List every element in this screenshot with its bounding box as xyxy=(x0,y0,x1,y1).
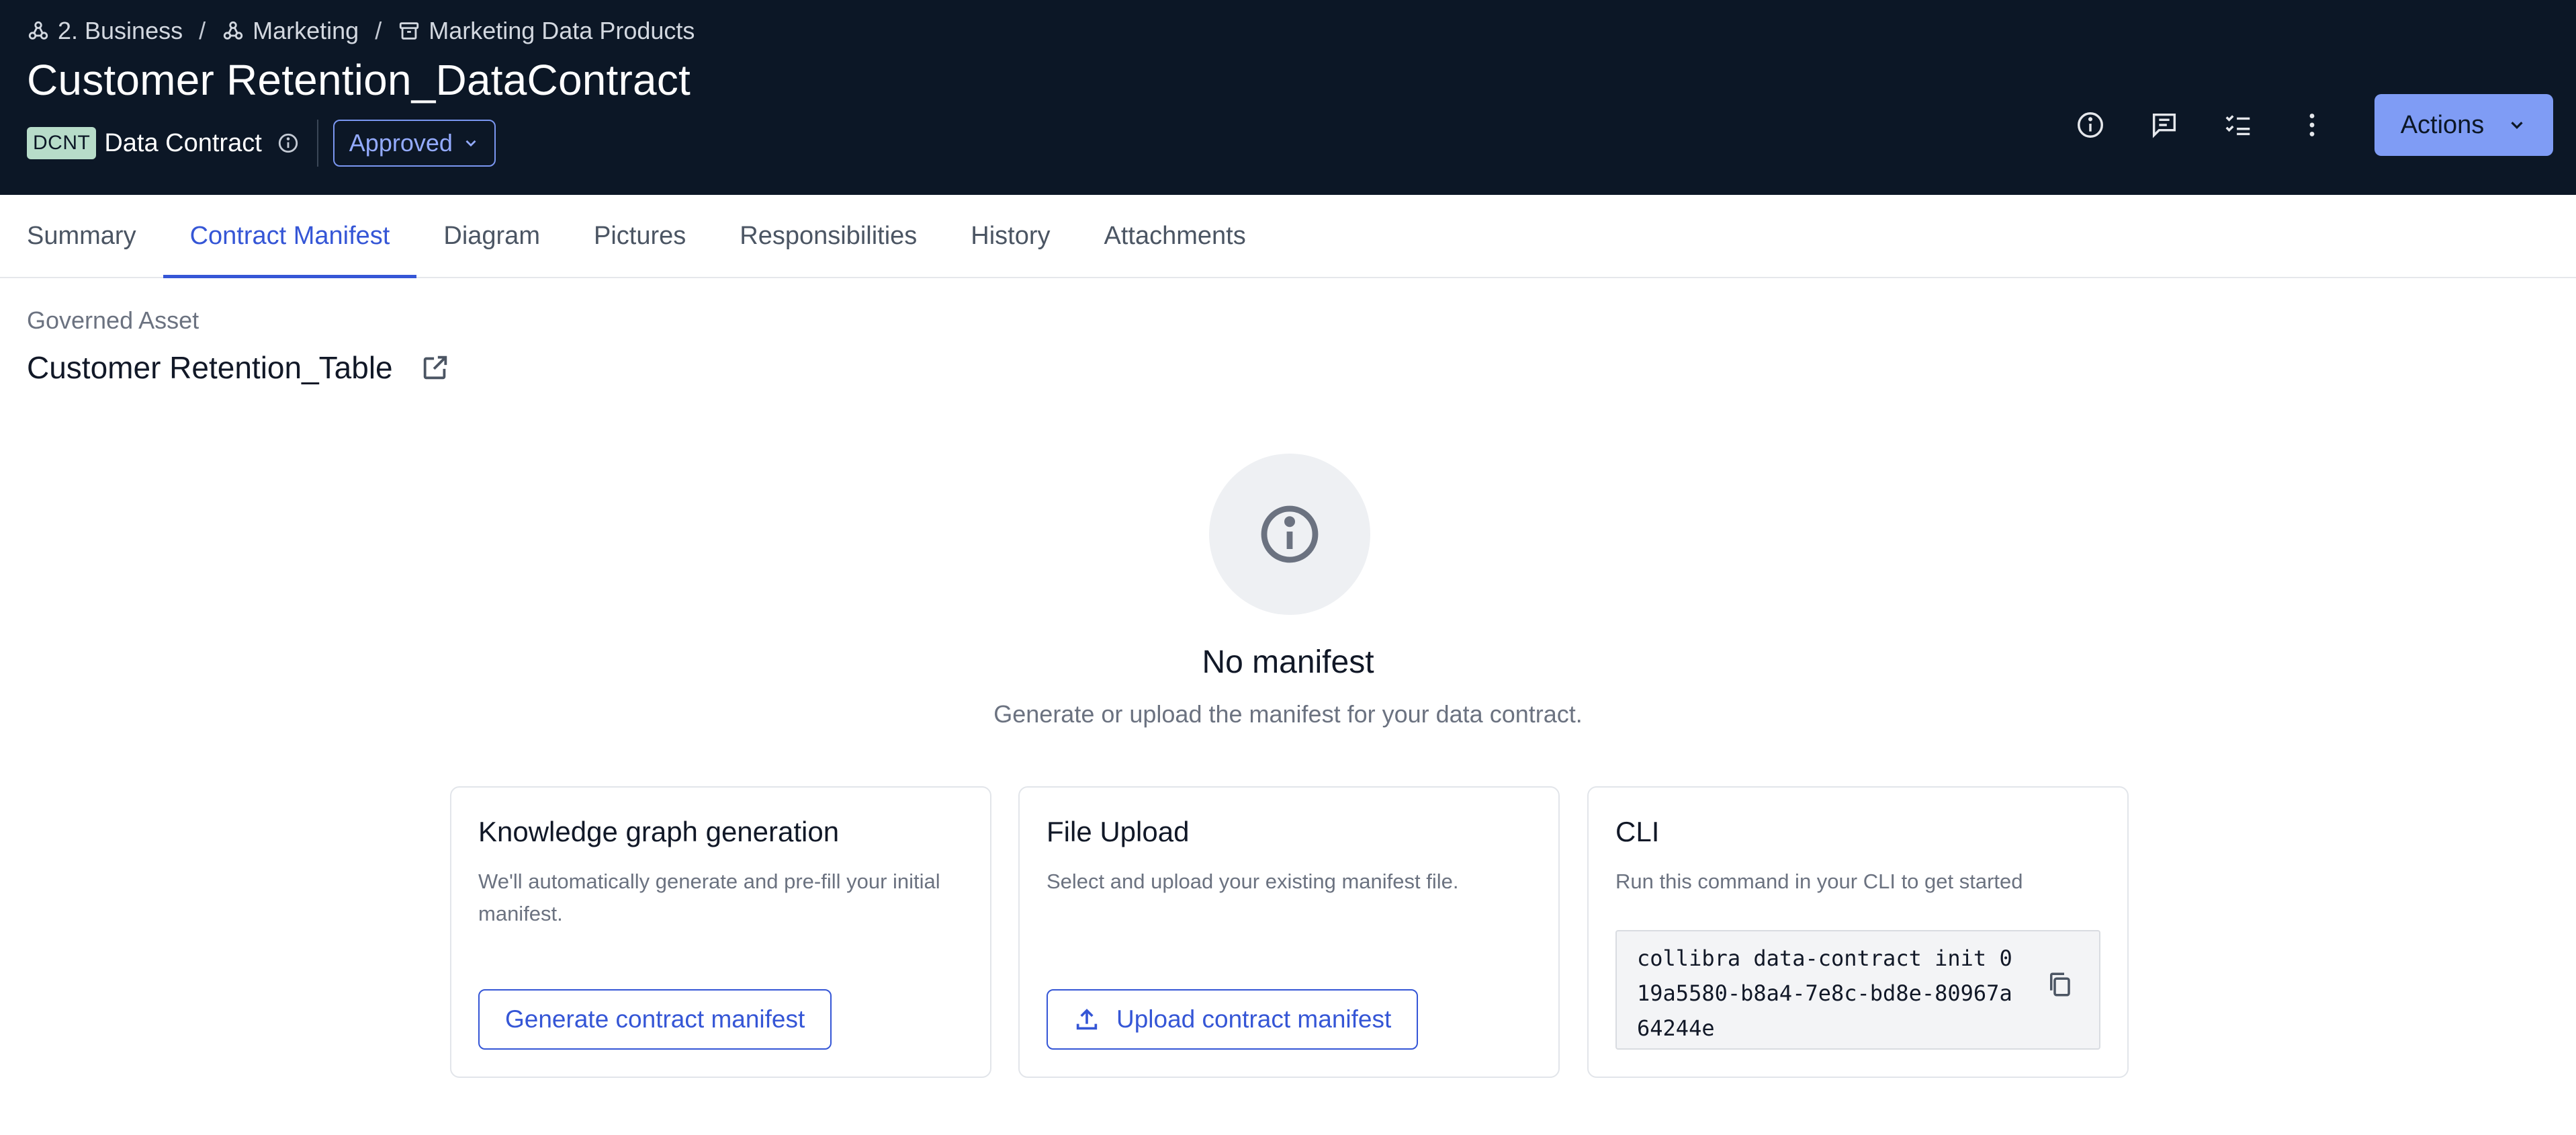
cli-command-box: collibra data-contract init 019a5580-b8a… xyxy=(1615,930,2100,1050)
tab-history[interactable]: History xyxy=(944,195,1077,277)
empty-state-title: No manifest xyxy=(1202,644,1374,680)
tab-responsibilities[interactable]: Responsibilities xyxy=(713,195,944,277)
tab-pictures[interactable]: Pictures xyxy=(567,195,713,277)
breadcrumb-item-marketing-data-products[interactable]: Marketing Data Products xyxy=(398,17,695,45)
more-vertical-icon[interactable] xyxy=(2275,94,2349,156)
info-icon[interactable] xyxy=(2053,94,2127,156)
empty-state-illustration xyxy=(1209,454,1370,615)
domain-icon xyxy=(223,21,243,40)
button-label: Generate contract manifest xyxy=(505,1005,805,1033)
breadcrumb-separator: / xyxy=(199,17,206,44)
upload-manifest-button[interactable]: Upload contract manifest xyxy=(1047,989,1419,1050)
domain-icon xyxy=(28,21,48,40)
tab-contract-manifest[interactable]: Contract Manifest xyxy=(163,195,417,278)
status-dropdown[interactable]: Approved xyxy=(332,120,496,167)
card-title: CLI xyxy=(1615,816,1660,847)
chevron-down-icon xyxy=(2511,122,2523,130)
breadcrumb-item-marketing[interactable]: Marketing xyxy=(222,17,359,45)
page-title: Customer Retention_DataContract xyxy=(27,56,691,104)
asset-type-row: DCNT Data Contract Approved xyxy=(27,120,496,167)
card-description: Run this command in your CLI to get star… xyxy=(1615,870,2023,893)
info-icon xyxy=(1261,505,1319,563)
generate-manifest-button[interactable]: Generate contract manifest xyxy=(478,989,832,1050)
tasks-icon[interactable] xyxy=(2201,94,2275,156)
breadcrumb-label: 2. Business xyxy=(58,17,183,44)
governed-asset: Customer Retention_Table xyxy=(27,349,451,386)
card-description: We'll automatically generate and pre-fil… xyxy=(478,870,940,925)
file-upload-card: File Upload Select and upload your exist… xyxy=(1018,786,1560,1078)
asset-type-info-icon[interactable] xyxy=(277,132,300,155)
card-title: File Upload xyxy=(1047,816,1190,847)
asset-type-label: Data Contract xyxy=(104,128,262,157)
asset-header: 2. Business / Marketing / Marketing Data… xyxy=(0,0,2576,195)
card-title: Knowledge graph generation xyxy=(478,816,840,847)
actions-button[interactable]: Actions xyxy=(2374,94,2553,156)
comment-icon[interactable] xyxy=(2127,94,2201,156)
header-divider xyxy=(316,120,318,167)
upload-icon xyxy=(1076,1009,1098,1030)
knowledge-graph-card: Knowledge graph generation We'll automat… xyxy=(450,786,991,1078)
tab-diagram[interactable]: Diagram xyxy=(416,195,567,277)
breadcrumb-label: Marketing Data Products xyxy=(429,17,695,44)
data-product-icon xyxy=(400,22,419,40)
actions-label: Actions xyxy=(2400,110,2485,139)
tab-summary[interactable]: Summary xyxy=(0,195,163,277)
breadcrumb-label: Marketing xyxy=(253,17,359,44)
empty-state-subtitle: Generate or upload the manifest for your… xyxy=(993,700,1583,728)
cli-command[interactable]: collibra data-contract init 019a5580-b8a… xyxy=(1637,941,2013,1046)
governed-asset-label: Governed Asset xyxy=(27,306,199,334)
governed-asset-name[interactable]: Customer Retention_Table xyxy=(27,349,393,386)
asset-type-badge: DCNT xyxy=(27,127,97,159)
breadcrumb-separator: / xyxy=(375,17,382,44)
cli-card: CLI Run this command in your CLI to get … xyxy=(1587,786,2129,1078)
external-link-icon[interactable] xyxy=(420,352,451,383)
header-actions: Actions xyxy=(2053,94,2553,156)
card-description: Select and upload your existing manifest… xyxy=(1047,870,1459,893)
chevron-down-icon xyxy=(465,140,476,147)
copy-icon[interactable] xyxy=(2045,970,2074,999)
breadcrumb: 2. Business / Marketing / Marketing Data… xyxy=(27,15,695,47)
status-label: Approved xyxy=(349,129,453,157)
breadcrumb-item-business[interactable]: 2. Business xyxy=(27,17,183,45)
button-label: Upload contract manifest xyxy=(1116,1005,1392,1033)
tab-attachments[interactable]: Attachments xyxy=(1077,195,1273,277)
tab-bar: Summary Contract Manifest Diagram Pictur… xyxy=(0,195,2576,278)
